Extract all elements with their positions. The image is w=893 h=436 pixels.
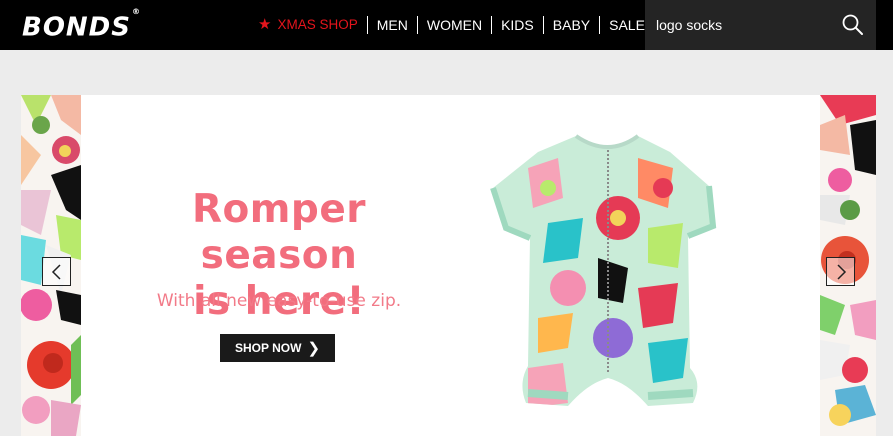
top-navigation-bar: BONDS® ★ XMAS SHOP MEN WOMEN KIDS BABY SA…	[0, 0, 893, 50]
shop-now-button[interactable]: SHOP NOW ❯	[220, 334, 335, 362]
hero-banner[interactable]: Romper season is here! With all new easy…	[21, 95, 876, 436]
star-icon: ★	[258, 16, 272, 33]
hero-subheading: With all new easy-to-use zip.	[156, 291, 402, 311]
nav-item-men[interactable]: MEN	[366, 16, 417, 34]
nav-item-women[interactable]: WOMEN	[416, 16, 491, 34]
chevron-right-icon	[836, 263, 846, 280]
shop-now-label: SHOP NOW	[234, 341, 302, 355]
search-input[interactable]	[645, 0, 847, 50]
nav-item-xmas-shop[interactable]: ★ XMAS SHOP	[258, 16, 367, 34]
search-button[interactable]	[840, 12, 866, 38]
nav-item-baby[interactable]: BABY	[542, 16, 599, 34]
carousel-prev-button[interactable]	[42, 257, 71, 286]
bonds-logo[interactable]: BONDS®	[22, 7, 141, 44]
chevron-left-icon	[51, 263, 61, 280]
logo-text: BONDS	[22, 12, 131, 43]
registered-mark: ®	[132, 7, 141, 16]
nav-item-label: XMAS SHOP	[277, 17, 358, 32]
main-nav: ★ XMAS SHOP MEN WOMEN KIDS BABY SALE	[258, 14, 654, 36]
chevron-right-icon: ❯	[307, 340, 321, 357]
headline-line-1: Romper season	[191, 187, 367, 278]
search-box	[645, 0, 876, 50]
romper-product-image	[490, 134, 717, 406]
nav-item-kids[interactable]: KIDS	[491, 16, 543, 34]
carousel-next-button[interactable]	[826, 257, 855, 286]
search-icon	[842, 14, 863, 35]
